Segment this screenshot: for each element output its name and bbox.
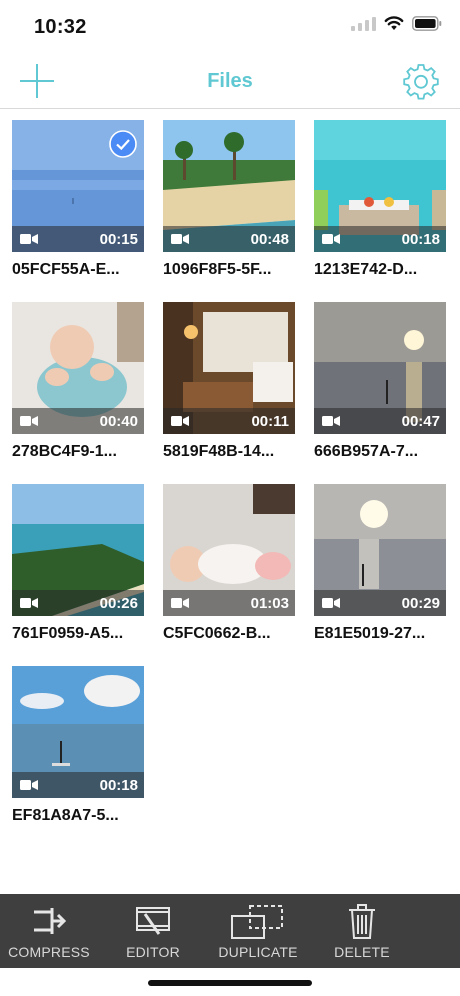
video-camera-icon: [20, 416, 38, 426]
video-thumbnail[interactable]: 00:29: [314, 484, 446, 616]
file-name: E81E5019-27...: [314, 625, 426, 642]
video-camera-icon: [322, 598, 340, 608]
video-thumbnail[interactable]: 00:40: [12, 302, 144, 434]
video-thumbnail[interactable]: 00:47: [314, 302, 446, 434]
compress-button[interactable]: COMPRESS: [0, 894, 98, 968]
duration-label: 00:26: [99, 595, 138, 612]
video-thumbnail[interactable]: 00:11: [163, 302, 295, 434]
duration-label: 00:29: [401, 595, 440, 612]
video-camera-icon: [171, 234, 189, 244]
compress-label: COMPRESS: [8, 944, 90, 960]
duration-label: 00:18: [401, 231, 440, 248]
editor-icon: [136, 907, 170, 935]
duration-label: 00:11: [251, 413, 289, 430]
duplicate-icon: [231, 905, 283, 939]
duplicate-button[interactable]: DUPLICATE: [210, 894, 306, 968]
checkmark-icon: [109, 130, 137, 158]
file-name: 666B957A-7...: [314, 443, 419, 460]
signal-icon: [351, 16, 376, 31]
duration-label: 00:15: [99, 231, 138, 248]
file-item[interactable]: 00:15 05FCF55A-E...: [12, 120, 144, 302]
file-name: 278BC4F9-1...: [12, 443, 117, 460]
file-item[interactable]: 01:03 C5FC0662-B...: [163, 484, 295, 666]
navigation-bar: Files: [0, 56, 460, 109]
video-thumbnail[interactable]: 00:26: [12, 484, 144, 616]
settings-button[interactable]: [402, 62, 440, 100]
video-camera-icon: [171, 416, 189, 426]
file-item[interactable]: 00:11 5819F48B-14...: [163, 302, 295, 484]
file-item[interactable]: 00:48 1096F8F5-5F...: [163, 120, 295, 302]
file-item[interactable]: 00:40 278BC4F9-1...: [12, 302, 144, 484]
duration-label: 00:18: [99, 777, 138, 794]
video-camera-icon: [171, 598, 189, 608]
duration-label: 00:47: [401, 413, 440, 430]
battery-icon: [412, 16, 442, 31]
file-grid: 00:15 05FCF55A-E... 00:48 1096F8F5-5F...: [12, 120, 452, 848]
file-name: 761F0959-A5...: [12, 625, 124, 642]
video-thumbnail[interactable]: 00:18: [12, 666, 144, 798]
file-name: 1096F8F5-5F...: [163, 261, 272, 278]
gear-icon: [403, 64, 439, 100]
home-indicator: [148, 980, 312, 986]
status-icons: [351, 16, 442, 31]
file-item[interactable]: 00:29 E81E5019-27...: [314, 484, 446, 666]
page-title: Files: [207, 70, 253, 92]
video-camera-icon: [20, 234, 38, 244]
duplicate-label: DUPLICATE: [218, 944, 298, 960]
file-name: 1213E742-D...: [314, 261, 418, 278]
video-camera-icon: [20, 598, 38, 608]
compress-icon: [34, 908, 66, 934]
video-camera-icon: [20, 780, 38, 790]
bottom-toolbar: COMPRESS EDITOR DUPLICATE DELETE: [0, 894, 460, 968]
video-thumbnail[interactable]: 00:18: [314, 120, 446, 252]
video-camera-icon: [322, 234, 340, 244]
file-item[interactable]: 00:26 761F0959-A5...: [12, 484, 144, 666]
duration-label: 00:40: [99, 413, 138, 430]
editor-button[interactable]: EDITOR: [104, 894, 202, 968]
video-thumbnail[interactable]: 01:03: [163, 484, 295, 616]
file-item[interactable]: 00:47 666B957A-7...: [314, 302, 446, 484]
editor-label: EDITOR: [126, 944, 180, 960]
video-camera-icon: [322, 416, 340, 426]
file-name: 05FCF55A-E...: [12, 261, 120, 278]
file-item[interactable]: 00:18 1213E742-D...: [314, 120, 446, 302]
duration-label: 00:48: [250, 231, 289, 248]
status-time: 10:32: [34, 16, 87, 38]
file-name: 5819F48B-14...: [163, 443, 275, 460]
video-thumbnail[interactable]: 00:15: [12, 120, 144, 252]
trash-icon: [349, 904, 375, 939]
video-thumbnail[interactable]: 00:48: [163, 120, 295, 252]
file-item[interactable]: 00:18 EF81A8A7-5...: [12, 666, 144, 848]
file-name: EF81A8A7-5...: [12, 807, 119, 824]
wifi-icon: [384, 16, 404, 31]
status-bar: 10:32: [0, 0, 460, 56]
duration-label: 01:03: [250, 595, 289, 612]
delete-label: DELETE: [334, 944, 390, 960]
delete-button[interactable]: DELETE: [314, 894, 410, 968]
file-name: C5FC0662-B...: [163, 625, 271, 642]
